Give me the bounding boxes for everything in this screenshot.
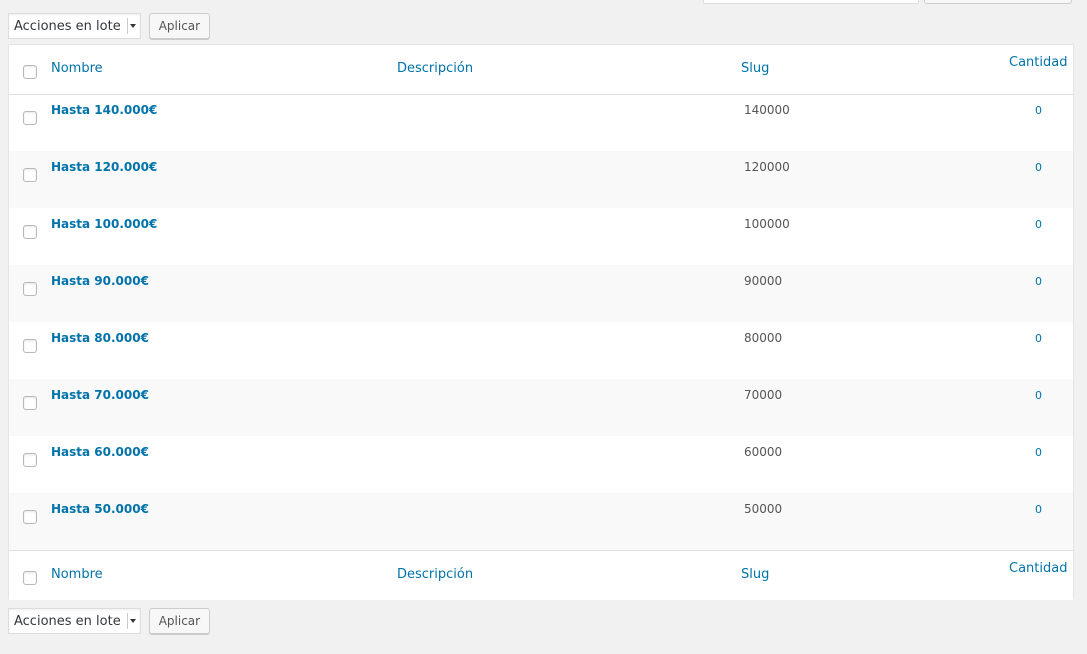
term-name-link[interactable]: Hasta 60.000€ xyxy=(51,445,149,459)
term-slug: 60000 xyxy=(744,445,783,459)
table-row: Hasta 100.000€ 100000 0 xyxy=(9,208,1073,265)
row-checkbox[interactable] xyxy=(23,396,37,410)
term-count-link[interactable]: 0 xyxy=(1035,218,1042,231)
table-row: Hasta 70.000€ 70000 0 xyxy=(9,379,1073,436)
term-slug: 90000 xyxy=(744,274,783,288)
term-name-link[interactable]: Hasta 100.000€ xyxy=(51,217,157,231)
table-row: Hasta 50.000€ 50000 0 xyxy=(9,493,1073,550)
term-name-link[interactable]: Hasta 50.000€ xyxy=(51,502,149,516)
bulk-actions-select-value: Acciones en lote xyxy=(14,613,121,629)
term-name-link[interactable]: Hasta 90.000€ xyxy=(51,274,149,288)
term-slug: 100000 xyxy=(744,217,790,231)
select-all-checkbox-footer[interactable] xyxy=(23,571,37,585)
bulk-actions-select-bottom[interactable]: Acciones en lote xyxy=(8,608,141,634)
bulk-actions-select-value: Acciones en lote xyxy=(14,18,121,34)
row-checkbox[interactable] xyxy=(23,510,37,524)
row-checkbox[interactable] xyxy=(23,282,37,296)
term-name-link[interactable]: Hasta 120.000€ xyxy=(51,160,157,174)
column-footer-slug[interactable]: Slug xyxy=(741,567,769,582)
term-count-link[interactable]: 0 xyxy=(1035,275,1042,288)
term-name-link[interactable]: Hasta 80.000€ xyxy=(51,331,149,345)
column-header-count[interactable]: Cantidad xyxy=(1009,55,1067,70)
table-footer: Nombre Descripción Slug Cantidad xyxy=(9,550,1073,600)
column-footer-description[interactable]: Descripción xyxy=(397,567,473,582)
column-header-name[interactable]: Nombre xyxy=(51,61,103,76)
table-row: Hasta 140.000€ 140000 0 xyxy=(9,94,1073,151)
table-row: Hasta 80.000€ 80000 0 xyxy=(9,322,1073,379)
row-checkbox[interactable] xyxy=(23,225,37,239)
term-count-link[interactable]: 0 xyxy=(1035,332,1042,345)
row-checkbox[interactable] xyxy=(23,339,37,353)
bulk-actions-select[interactable]: Acciones en lote xyxy=(8,13,141,39)
column-footer-count[interactable]: Cantidad xyxy=(1009,561,1067,576)
table-header: Nombre Descripción Slug Cantidad xyxy=(9,45,1073,95)
term-count-link[interactable]: 0 xyxy=(1035,104,1042,117)
select-all-checkbox[interactable] xyxy=(23,65,37,79)
term-name-link[interactable]: Hasta 140.000€ xyxy=(51,103,157,117)
table-row: Hasta 90.000€ 90000 0 xyxy=(9,265,1073,322)
row-checkbox[interactable] xyxy=(23,111,37,125)
chevron-down-icon xyxy=(126,18,136,34)
chevron-down-icon xyxy=(126,613,136,629)
column-footer-name[interactable]: Nombre xyxy=(51,567,103,582)
term-slug: 70000 xyxy=(744,388,783,402)
column-header-slug[interactable]: Slug xyxy=(741,61,769,76)
term-count-link[interactable]: 0 xyxy=(1035,389,1042,402)
term-count-link[interactable]: 0 xyxy=(1035,503,1042,516)
apply-button-bottom[interactable]: Aplicar xyxy=(148,608,211,634)
term-count-link[interactable]: 0 xyxy=(1035,446,1042,459)
table-row: Hasta 120.000€ 120000 0 xyxy=(9,151,1073,208)
search-button[interactable] xyxy=(924,0,1072,4)
terms-table: Nombre Descripción Slug Cantidad Hasta 1… xyxy=(8,44,1074,600)
row-checkbox[interactable] xyxy=(23,453,37,467)
term-slug: 80000 xyxy=(744,331,783,345)
search-input[interactable] xyxy=(703,0,919,4)
row-checkbox[interactable] xyxy=(23,168,37,182)
bulk-actions-bottom: Acciones en lote Aplicar xyxy=(8,607,211,635)
column-header-description[interactable]: Descripción xyxy=(397,61,473,76)
term-count-link[interactable]: 0 xyxy=(1035,161,1042,174)
term-slug: 140000 xyxy=(744,103,790,117)
term-slug: 120000 xyxy=(744,160,790,174)
table-row: Hasta 60.000€ 60000 0 xyxy=(9,436,1073,493)
term-name-link[interactable]: Hasta 70.000€ xyxy=(51,388,149,402)
term-slug: 50000 xyxy=(744,502,783,516)
bulk-actions-top: Acciones en lote Aplicar xyxy=(8,12,211,40)
apply-button[interactable]: Aplicar xyxy=(148,13,211,39)
